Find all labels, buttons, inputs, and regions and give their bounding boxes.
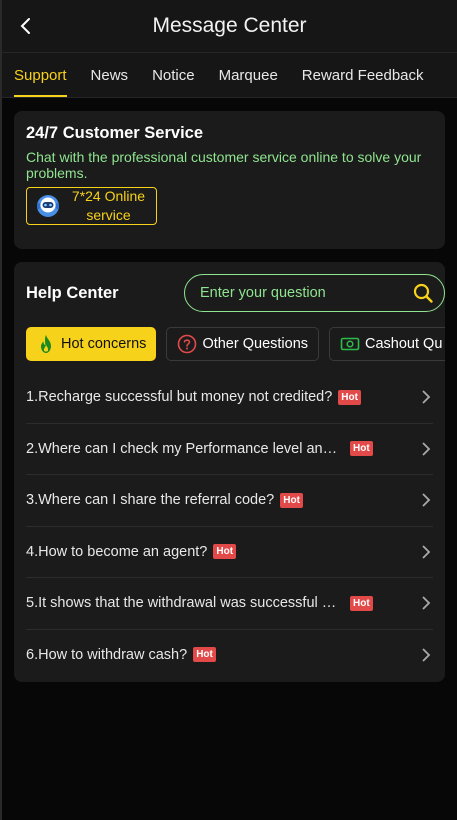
question-list: 1.Recharge successful but money not cred…: [26, 372, 433, 680]
customer-service-description: Chat with the professional customer serv…: [26, 149, 422, 181]
message-center-page: Message Center Support News Notice Marqu…: [0, 0, 457, 820]
question-item-5[interactable]: 5.It shows that the withdrawal was succe…: [26, 578, 433, 630]
question-item-4[interactable]: 4.How to become an agent? Hot: [26, 527, 433, 578]
hot-badge: Hot: [280, 492, 303, 508]
tab-reward-feedback[interactable]: Reward Feedback: [302, 53, 424, 97]
tab-bar: Support News Notice Marquee Reward Feedb…: [2, 52, 457, 98]
chevron-right-icon: [422, 596, 431, 610]
chevron-left-icon: [20, 18, 30, 34]
chip-hot-concerns-label: Hot concerns: [61, 336, 147, 352]
search-box: [184, 274, 445, 312]
chip-other-questions-label: Other Questions: [202, 336, 309, 352]
question-text: 1.Recharge successful but money not cred…: [26, 389, 333, 406]
question-text: 4.How to become an agent?: [26, 543, 208, 560]
tab-marquee[interactable]: Marquee: [219, 53, 278, 97]
hot-badge: Hot: [338, 389, 361, 405]
tab-support[interactable]: Support: [14, 53, 67, 97]
help-center-card: Help Center Hot concerns: [14, 262, 445, 682]
hot-badge: Hot: [193, 647, 216, 663]
help-center-header: Help Center: [26, 274, 445, 312]
back-button[interactable]: [14, 14, 38, 38]
chevron-right-icon: [422, 442, 431, 456]
search-input[interactable]: [198, 284, 412, 302]
chevron-right-icon: [422, 493, 431, 507]
flame-icon: [41, 335, 51, 353]
help-center-title: Help Center: [26, 283, 119, 302]
online-service-label: 7*24 Online service: [61, 187, 156, 225]
question-item-1[interactable]: 1.Recharge successful but money not cred…: [26, 372, 433, 424]
customer-service-title: 24/7 Customer Service: [26, 124, 204, 142]
chip-cashout-questions-label: Cashout Qu: [365, 336, 443, 352]
customer-service-card: 24/7 Customer Service Chat with the prof…: [14, 111, 445, 249]
chip-cashout-questions[interactable]: Cashout Qu: [329, 327, 445, 361]
question-item-3[interactable]: 3.Where can I share the referral code? H…: [26, 475, 433, 527]
search-icon[interactable]: [412, 282, 434, 304]
tab-notice[interactable]: Notice: [152, 53, 195, 97]
chip-hot-concerns[interactable]: Hot concerns: [26, 327, 157, 361]
question-text: 6.How to withdraw cash?: [26, 646, 188, 663]
page-title: Message Center: [152, 14, 307, 37]
header: Message Center: [2, 0, 457, 52]
online-service-button[interactable]: 7*24 Online service: [26, 187, 157, 225]
question-item-2[interactable]: 2.Where can I check my Performance level…: [26, 424, 433, 475]
question-item-6[interactable]: 6.How to withdraw cash? Hot: [26, 630, 433, 681]
question-text: 3.Where can I share the referral code?: [26, 492, 275, 509]
hot-badge: Hot: [350, 595, 373, 611]
question-text: 2.Where can I check my Performance level…: [26, 440, 344, 457]
hot-badge: Hot: [350, 441, 373, 457]
chevron-right-icon: [422, 648, 431, 662]
chip-other-questions[interactable]: Other Questions: [166, 327, 320, 361]
question-circle-icon: [178, 334, 197, 354]
online-service-label-line2: service: [86, 207, 131, 223]
hot-badge: Hot: [213, 544, 237, 560]
cash-icon: [340, 337, 360, 351]
tab-news[interactable]: News: [91, 53, 129, 97]
chevron-right-icon: [422, 390, 431, 404]
category-chips: Hot concerns Other Questions Cashout Qu: [26, 327, 445, 361]
robot-agent-icon: [37, 195, 59, 217]
question-text: 5.It shows that the withdrawal was succe…: [26, 595, 344, 612]
chevron-right-icon: [422, 545, 431, 559]
online-service-label-line1: 7*24 Online: [71, 188, 146, 204]
